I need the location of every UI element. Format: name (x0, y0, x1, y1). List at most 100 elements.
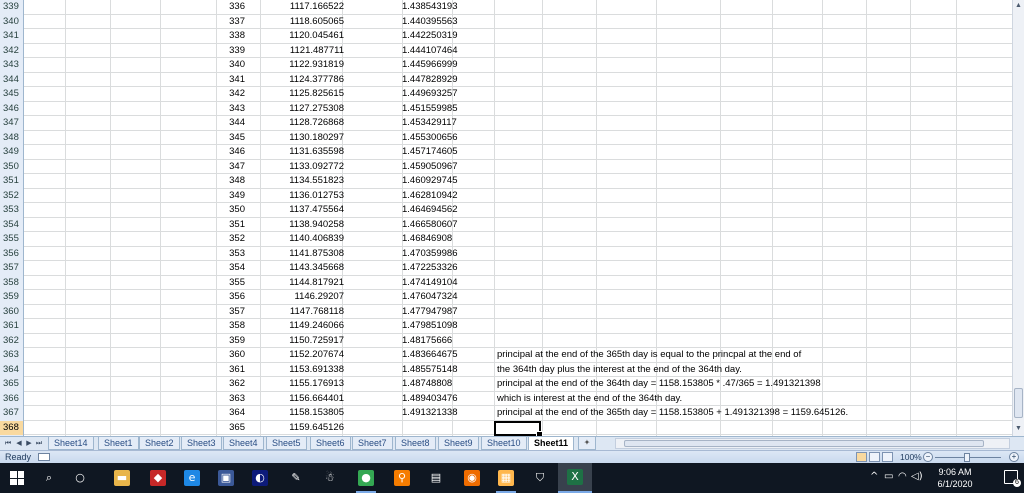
taskbar-store-button[interactable]: ▣ (210, 463, 242, 493)
day-cell[interactable]: 361 (216, 363, 245, 377)
day-cell[interactable]: 345 (216, 131, 245, 145)
row-header[interactable]: 347 (0, 116, 24, 131)
day-cell[interactable]: 363 (216, 392, 245, 406)
vertical-scrollbar[interactable]: ▲ ▼ (1012, 0, 1024, 436)
first-sheet-icon[interactable]: ⏮ (3, 438, 13, 449)
principal-cell[interactable]: 1124.377786 (260, 73, 344, 87)
day-cell[interactable]: 347 (216, 160, 245, 174)
interest-cell[interactable]: 1.438543193 (402, 0, 457, 14)
tab-sheet8[interactable]: Sheet8 (395, 437, 436, 450)
day-cell[interactable]: 359 (216, 334, 245, 348)
interest-cell[interactable]: 1.489403476 (402, 392, 457, 406)
note-cell[interactable]: which is interest at the end of the 364t… (497, 392, 682, 406)
tab-sheet10[interactable]: Sheet10 (481, 437, 527, 450)
taskbar-excel-button[interactable]: X (558, 463, 592, 493)
row-header[interactable]: 362 (0, 333, 24, 348)
interest-cell[interactable]: 1.449693257 (402, 87, 457, 101)
taskbar-app-button[interactable]: ☃ (314, 463, 346, 493)
row-header[interactable]: 341 (0, 29, 24, 44)
row-header[interactable]: 364 (0, 362, 24, 377)
taskbar-app-button[interactable]: ▤ (420, 463, 452, 493)
interest-cell[interactable]: 1.46846908 (402, 232, 452, 246)
interest-cell[interactable]: 1.472253326 (402, 261, 457, 275)
day-cell[interactable]: 355 (216, 276, 245, 290)
principal-cell[interactable]: 1158.153805 (260, 406, 344, 420)
principal-cell[interactable]: 1130.180297 (260, 131, 344, 145)
vertical-scroll-thumb[interactable] (1014, 388, 1023, 418)
taskbar-app-button[interactable]: ◆ (142, 463, 174, 493)
interest-cell[interactable]: 1.453429117 (402, 116, 457, 130)
scroll-down-icon[interactable]: ▼ (1014, 424, 1023, 434)
row-header[interactable]: 357 (0, 261, 24, 276)
principal-cell[interactable]: 1146.29207 (260, 290, 345, 304)
principal-cell[interactable]: 1122.931819 (260, 58, 344, 72)
principal-cell[interactable]: 1140.406839 (260, 232, 344, 246)
wifi-icon[interactable]: ◠ (898, 471, 907, 482)
interest-cell[interactable]: 1.459050967 (402, 160, 457, 174)
interest-cell[interactable]: 1.474149104 (402, 276, 457, 290)
day-cell[interactable]: 350 (216, 203, 245, 217)
principal-cell[interactable]: 1120.045461 (260, 29, 344, 43)
taskbar-search-app-button[interactable]: ⚲ (386, 463, 418, 493)
day-cell[interactable]: 339 (216, 44, 245, 58)
day-cell[interactable]: 337 (216, 15, 245, 29)
principal-cell[interactable]: 1127.275308 (260, 102, 344, 116)
day-cell[interactable]: 343 (216, 102, 245, 116)
interest-cell[interactable]: 1.470359986 (402, 247, 457, 261)
zoom-level[interactable]: 100% (900, 451, 922, 463)
active-cell-selection[interactable] (494, 420, 543, 436)
page-layout-view-button[interactable] (869, 452, 880, 462)
principal-cell[interactable]: 1136.012753 (260, 189, 344, 203)
row-header[interactable]: 359 (0, 290, 24, 305)
row-header[interactable]: 352 (0, 188, 24, 203)
row-header[interactable]: 365 (0, 377, 24, 392)
taskbar-app-button[interactable]: ✎ (280, 463, 312, 493)
principal-cell[interactable]: 1134.551823 (260, 174, 344, 188)
principal-cell[interactable]: 1131.635598 (260, 145, 344, 159)
note-cell[interactable]: principal at the end of the 365th day is… (497, 348, 801, 362)
day-cell[interactable]: 341 (216, 73, 245, 87)
next-sheet-icon[interactable]: ▶ (24, 438, 34, 449)
day-cell[interactable]: 365 (216, 421, 245, 435)
notification-center-icon[interactable]: 6 (1004, 470, 1021, 487)
interest-cell[interactable]: 1.445966999 (402, 58, 457, 72)
row-header[interactable]: 345 (0, 87, 24, 102)
principal-cell[interactable]: 1133.092772 (260, 160, 344, 174)
interest-cell[interactable]: 1.444107464 (402, 44, 457, 58)
principal-cell[interactable]: 1147.768118 (260, 305, 344, 319)
principal-cell[interactable]: 1125.825615 (260, 87, 344, 101)
principal-cell[interactable]: 1138.940258 (260, 218, 344, 232)
tab-sheet7[interactable]: Sheet7 (352, 437, 393, 450)
interest-cell[interactable]: 1.491321338 (402, 406, 457, 420)
prev-sheet-icon[interactable]: ◀ (14, 438, 24, 449)
interest-cell[interactable]: 1.460929745 (402, 174, 457, 188)
taskbar-start-button[interactable] (0, 463, 34, 493)
day-cell[interactable]: 352 (216, 232, 245, 246)
interest-cell[interactable]: 1.477947987 (402, 305, 457, 319)
principal-cell[interactable]: 1141.875308 (260, 247, 344, 261)
day-cell[interactable]: 362 (216, 377, 245, 391)
row-header[interactable]: 368 (0, 420, 24, 435)
day-cell[interactable]: 354 (216, 261, 245, 275)
taskbar-chrome-button[interactable]: ● (350, 463, 382, 493)
interest-cell[interactable]: 1.466580607 (402, 218, 457, 232)
interest-cell[interactable]: 1.457174605 (402, 145, 457, 159)
interest-cell[interactable]: 1.447828929 (402, 73, 457, 87)
taskbar-app-button[interactable]: ◉ (456, 463, 488, 493)
tab-sheet11[interactable]: Sheet11 (528, 437, 575, 451)
taskbar-file-explorer-button[interactable]: ▬ (106, 463, 138, 493)
interest-cell[interactable]: 1.455300656 (402, 131, 457, 145)
interest-cell[interactable]: 1.479851098 (402, 319, 457, 333)
day-cell[interactable]: 346 (216, 145, 245, 159)
principal-cell[interactable]: 1117.166522 (260, 0, 344, 14)
day-cell[interactable]: 357 (216, 305, 245, 319)
tab-sheet1[interactable]: Sheet1 (98, 437, 139, 450)
principal-cell[interactable]: 1144.817921 (260, 276, 344, 290)
principal-cell[interactable]: 1152.207674 (260, 348, 344, 362)
row-header[interactable]: 367 (0, 406, 24, 421)
day-cell[interactable]: 360 (216, 348, 245, 362)
day-cell[interactable]: 353 (216, 247, 245, 261)
row-header[interactable]: 342 (0, 43, 24, 58)
interest-cell[interactable]: 1.442250319 (402, 29, 457, 43)
row-header[interactable]: 350 (0, 159, 24, 174)
